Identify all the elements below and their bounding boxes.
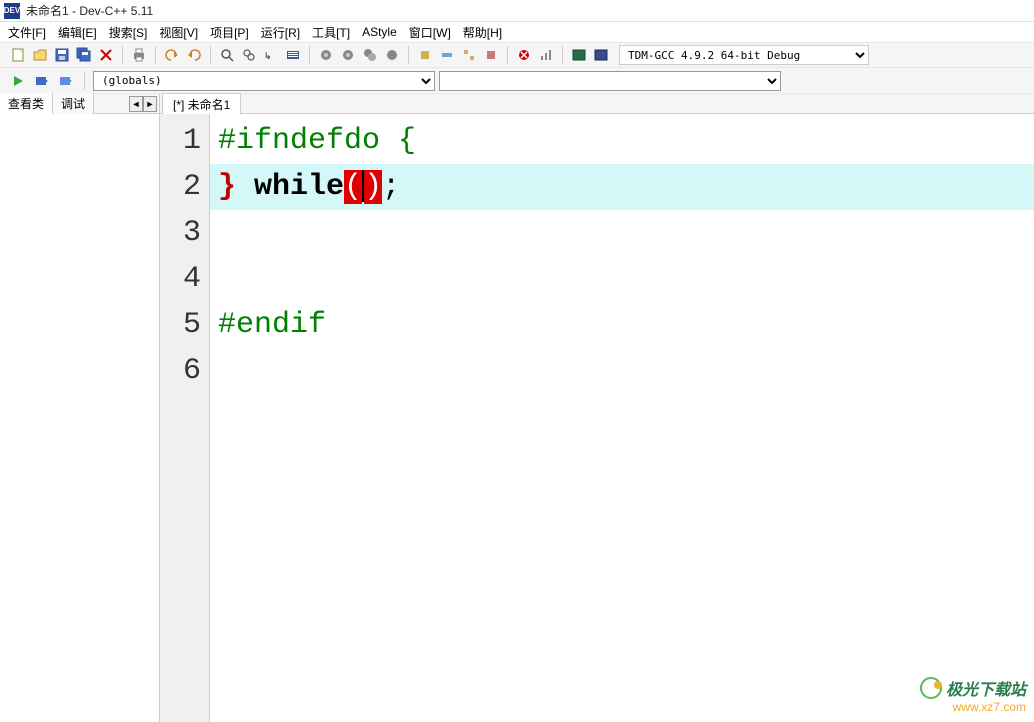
scope-dropdown[interactable]: (globals) [93, 71, 435, 91]
line-gutter: 1 2 3 4 5 6 [160, 114, 210, 722]
redo-icon[interactable] [184, 45, 204, 65]
step-into-icon[interactable] [459, 45, 479, 65]
line-number: 3 [160, 210, 201, 256]
menu-run[interactable]: 运行[R] [257, 22, 304, 43]
menubar: 文件[F] 编辑[E] 搜索[S] 视图[V] 项目[P] 运行[R] 工具[T… [0, 22, 1034, 42]
main-area: 查看类 调试 ◄ ► [*] 未命名1 1 2 3 4 5 6 #ifndefd… [0, 94, 1034, 722]
separator [122, 46, 123, 64]
editor-tabs: [*] 未命名1 [160, 94, 1034, 114]
menu-project[interactable]: 项目[P] [206, 22, 253, 43]
code-line-4[interactable] [218, 256, 1034, 302]
rebuild-icon[interactable] [382, 45, 402, 65]
editor-tab-file[interactable]: [*] 未命名1 [162, 93, 241, 115]
new-class-icon[interactable] [32, 71, 52, 91]
line-number: 4 [160, 256, 201, 302]
svg-text:↳: ↳ [264, 51, 272, 61]
goto-icon[interactable] [283, 45, 303, 65]
separator [408, 46, 409, 64]
line-number: 6 [160, 348, 201, 394]
replace-icon[interactable] [239, 45, 259, 65]
menu-window[interactable]: 窗口[W] [405, 22, 455, 43]
new-func-icon[interactable] [56, 71, 76, 91]
stop-icon[interactable] [514, 45, 534, 65]
close-icon[interactable] [96, 45, 116, 65]
compile-gear-icon[interactable] [316, 45, 336, 65]
code-line-3[interactable] [218, 210, 1034, 256]
code-line-2[interactable]: } while(); [210, 164, 1034, 210]
open-icon[interactable] [30, 45, 50, 65]
undo-icon[interactable] [162, 45, 182, 65]
code-area[interactable]: 1 2 3 4 5 6 #ifndefdo { } while(); #endi… [160, 114, 1034, 722]
left-panel-tabs: 查看类 调试 ◄ ► [0, 94, 159, 114]
find-next-icon[interactable]: ↳ [261, 45, 281, 65]
profile-icon[interactable] [536, 45, 556, 65]
app-icon: DEV [4, 3, 20, 19]
save-all-icon[interactable] [74, 45, 94, 65]
print-icon[interactable] [129, 45, 149, 65]
separator [210, 46, 211, 64]
nav-left-icon[interactable]: ◄ [129, 96, 143, 112]
new-file-icon[interactable] [8, 45, 28, 65]
separator [155, 46, 156, 64]
menu-view[interactable]: 视图[V] [155, 22, 202, 43]
code-lines[interactable]: #ifndefdo { } while(); #endif [210, 114, 1034, 722]
member-dropdown[interactable] [439, 71, 781, 91]
menu-astyle[interactable]: AStyle [358, 23, 401, 41]
run-gear-icon[interactable] [338, 45, 358, 65]
menu-edit[interactable]: 编辑[E] [54, 22, 101, 43]
code-line-6[interactable] [218, 348, 1034, 394]
separator [84, 72, 85, 90]
save-icon[interactable] [52, 45, 72, 65]
debug-icon[interactable] [415, 45, 435, 65]
window2-icon[interactable] [591, 45, 611, 65]
tab-class-view[interactable]: 查看类 [0, 93, 53, 114]
run-play-icon[interactable] [8, 71, 28, 91]
line-number: 1 [160, 118, 201, 164]
nav-right-icon[interactable]: ► [143, 96, 157, 112]
line-number: 5 [160, 302, 201, 348]
window1-icon[interactable] [569, 45, 589, 65]
editor-panel: [*] 未命名1 1 2 3 4 5 6 #ifndefdo { } while… [160, 94, 1034, 722]
compiler-selector[interactable]: TDM-GCC 4.9.2 64-bit Debug [619, 45, 869, 65]
menu-tools[interactable]: 工具[T] [308, 22, 354, 43]
step-out-icon[interactable] [481, 45, 501, 65]
separator [562, 46, 563, 64]
window-title: 未命名1 - Dev-C++ 5.11 [26, 2, 153, 19]
tab-debug[interactable]: 调试 [53, 93, 94, 114]
step-over-icon[interactable] [437, 45, 457, 65]
main-toolbar: ↳ TDM-GCC 4.9.2 64-bit Debug [0, 42, 1034, 68]
find-icon[interactable] [217, 45, 237, 65]
menu-search[interactable]: 搜索[S] [105, 22, 152, 43]
secondary-toolbar: (globals) [0, 68, 1034, 94]
menu-file[interactable]: 文件[F] [4, 22, 50, 43]
titlebar: DEV 未命名1 - Dev-C++ 5.11 [0, 0, 1034, 22]
separator [309, 46, 310, 64]
code-line-1[interactable]: #ifndefdo { [218, 118, 1034, 164]
line-number: 2 [160, 164, 201, 210]
left-panel: 查看类 调试 ◄ ► [0, 94, 160, 722]
compile-run-icon[interactable] [360, 45, 380, 65]
menu-help[interactable]: 帮助[H] [459, 22, 506, 43]
code-line-5[interactable]: #endif [218, 302, 1034, 348]
separator [507, 46, 508, 64]
